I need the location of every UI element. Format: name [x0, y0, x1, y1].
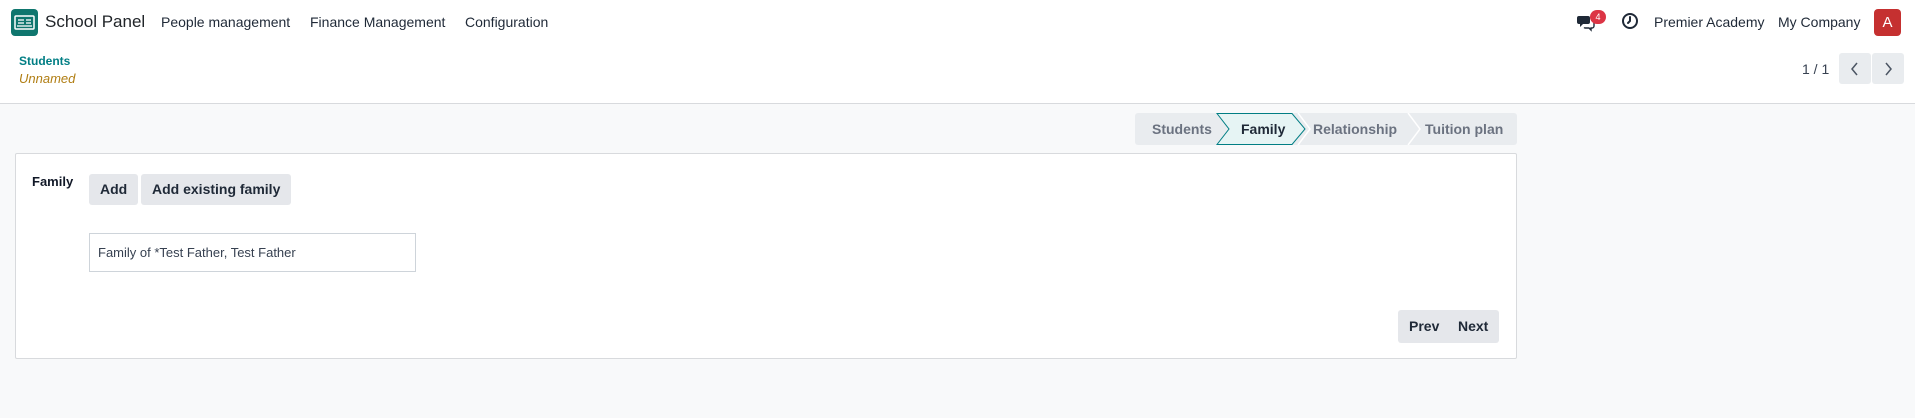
record-name: Unnamed — [19, 71, 76, 86]
family-form-card: Family Add Add existing family Prev Next — [15, 153, 1517, 359]
step-separator — [1407, 113, 1421, 145]
family-field-label: Family — [32, 174, 74, 189]
step-students[interactable]: Students — [1152, 113, 1212, 145]
clock-icon[interactable] — [1621, 12, 1639, 30]
chat-badge: 4 — [1590, 10, 1606, 24]
next-button[interactable]: Next — [1447, 310, 1500, 343]
step-relationship[interactable]: Relationship — [1313, 113, 1397, 145]
avatar[interactable]: A — [1874, 9, 1901, 36]
pager-previous-button[interactable] — [1839, 53, 1871, 84]
family-record-field[interactable] — [89, 233, 416, 272]
step-tuition-plan[interactable]: Tuition plan — [1425, 113, 1503, 145]
add-family-button[interactable]: Add — [89, 174, 139, 205]
step-separator — [1297, 113, 1311, 145]
pager-value[interactable]: 1 / 1 — [1802, 61, 1829, 77]
control-panel: Students Unnamed 1 / 1 — [0, 44, 1915, 104]
top-navbar: School Panel People management Finance M… — [0, 0, 1915, 44]
prev-button[interactable]: Prev — [1398, 310, 1451, 343]
pager-next-button[interactable] — [1872, 53, 1904, 84]
add-existing-family-button[interactable]: Add existing family — [141, 174, 292, 205]
menu-people-management[interactable]: People management — [161, 14, 290, 30]
app-name[interactable]: School Panel — [45, 12, 145, 32]
wizard-steps: Students Family Relationship Tuition pla… — [1135, 113, 1517, 145]
company-switcher-main[interactable]: My Company — [1778, 14, 1860, 30]
step-family[interactable]: Family — [1241, 113, 1285, 145]
app-logo-icon[interactable] — [11, 9, 38, 36]
chevron-right-icon — [1885, 62, 1892, 75]
chevron-left-icon — [1851, 62, 1858, 75]
company-switcher-active[interactable]: Premier Academy — [1654, 14, 1764, 30]
menu-configuration[interactable]: Configuration — [465, 14, 548, 30]
breadcrumb-students[interactable]: Students — [19, 54, 70, 68]
menu-finance-management[interactable]: Finance Management — [310, 14, 445, 30]
